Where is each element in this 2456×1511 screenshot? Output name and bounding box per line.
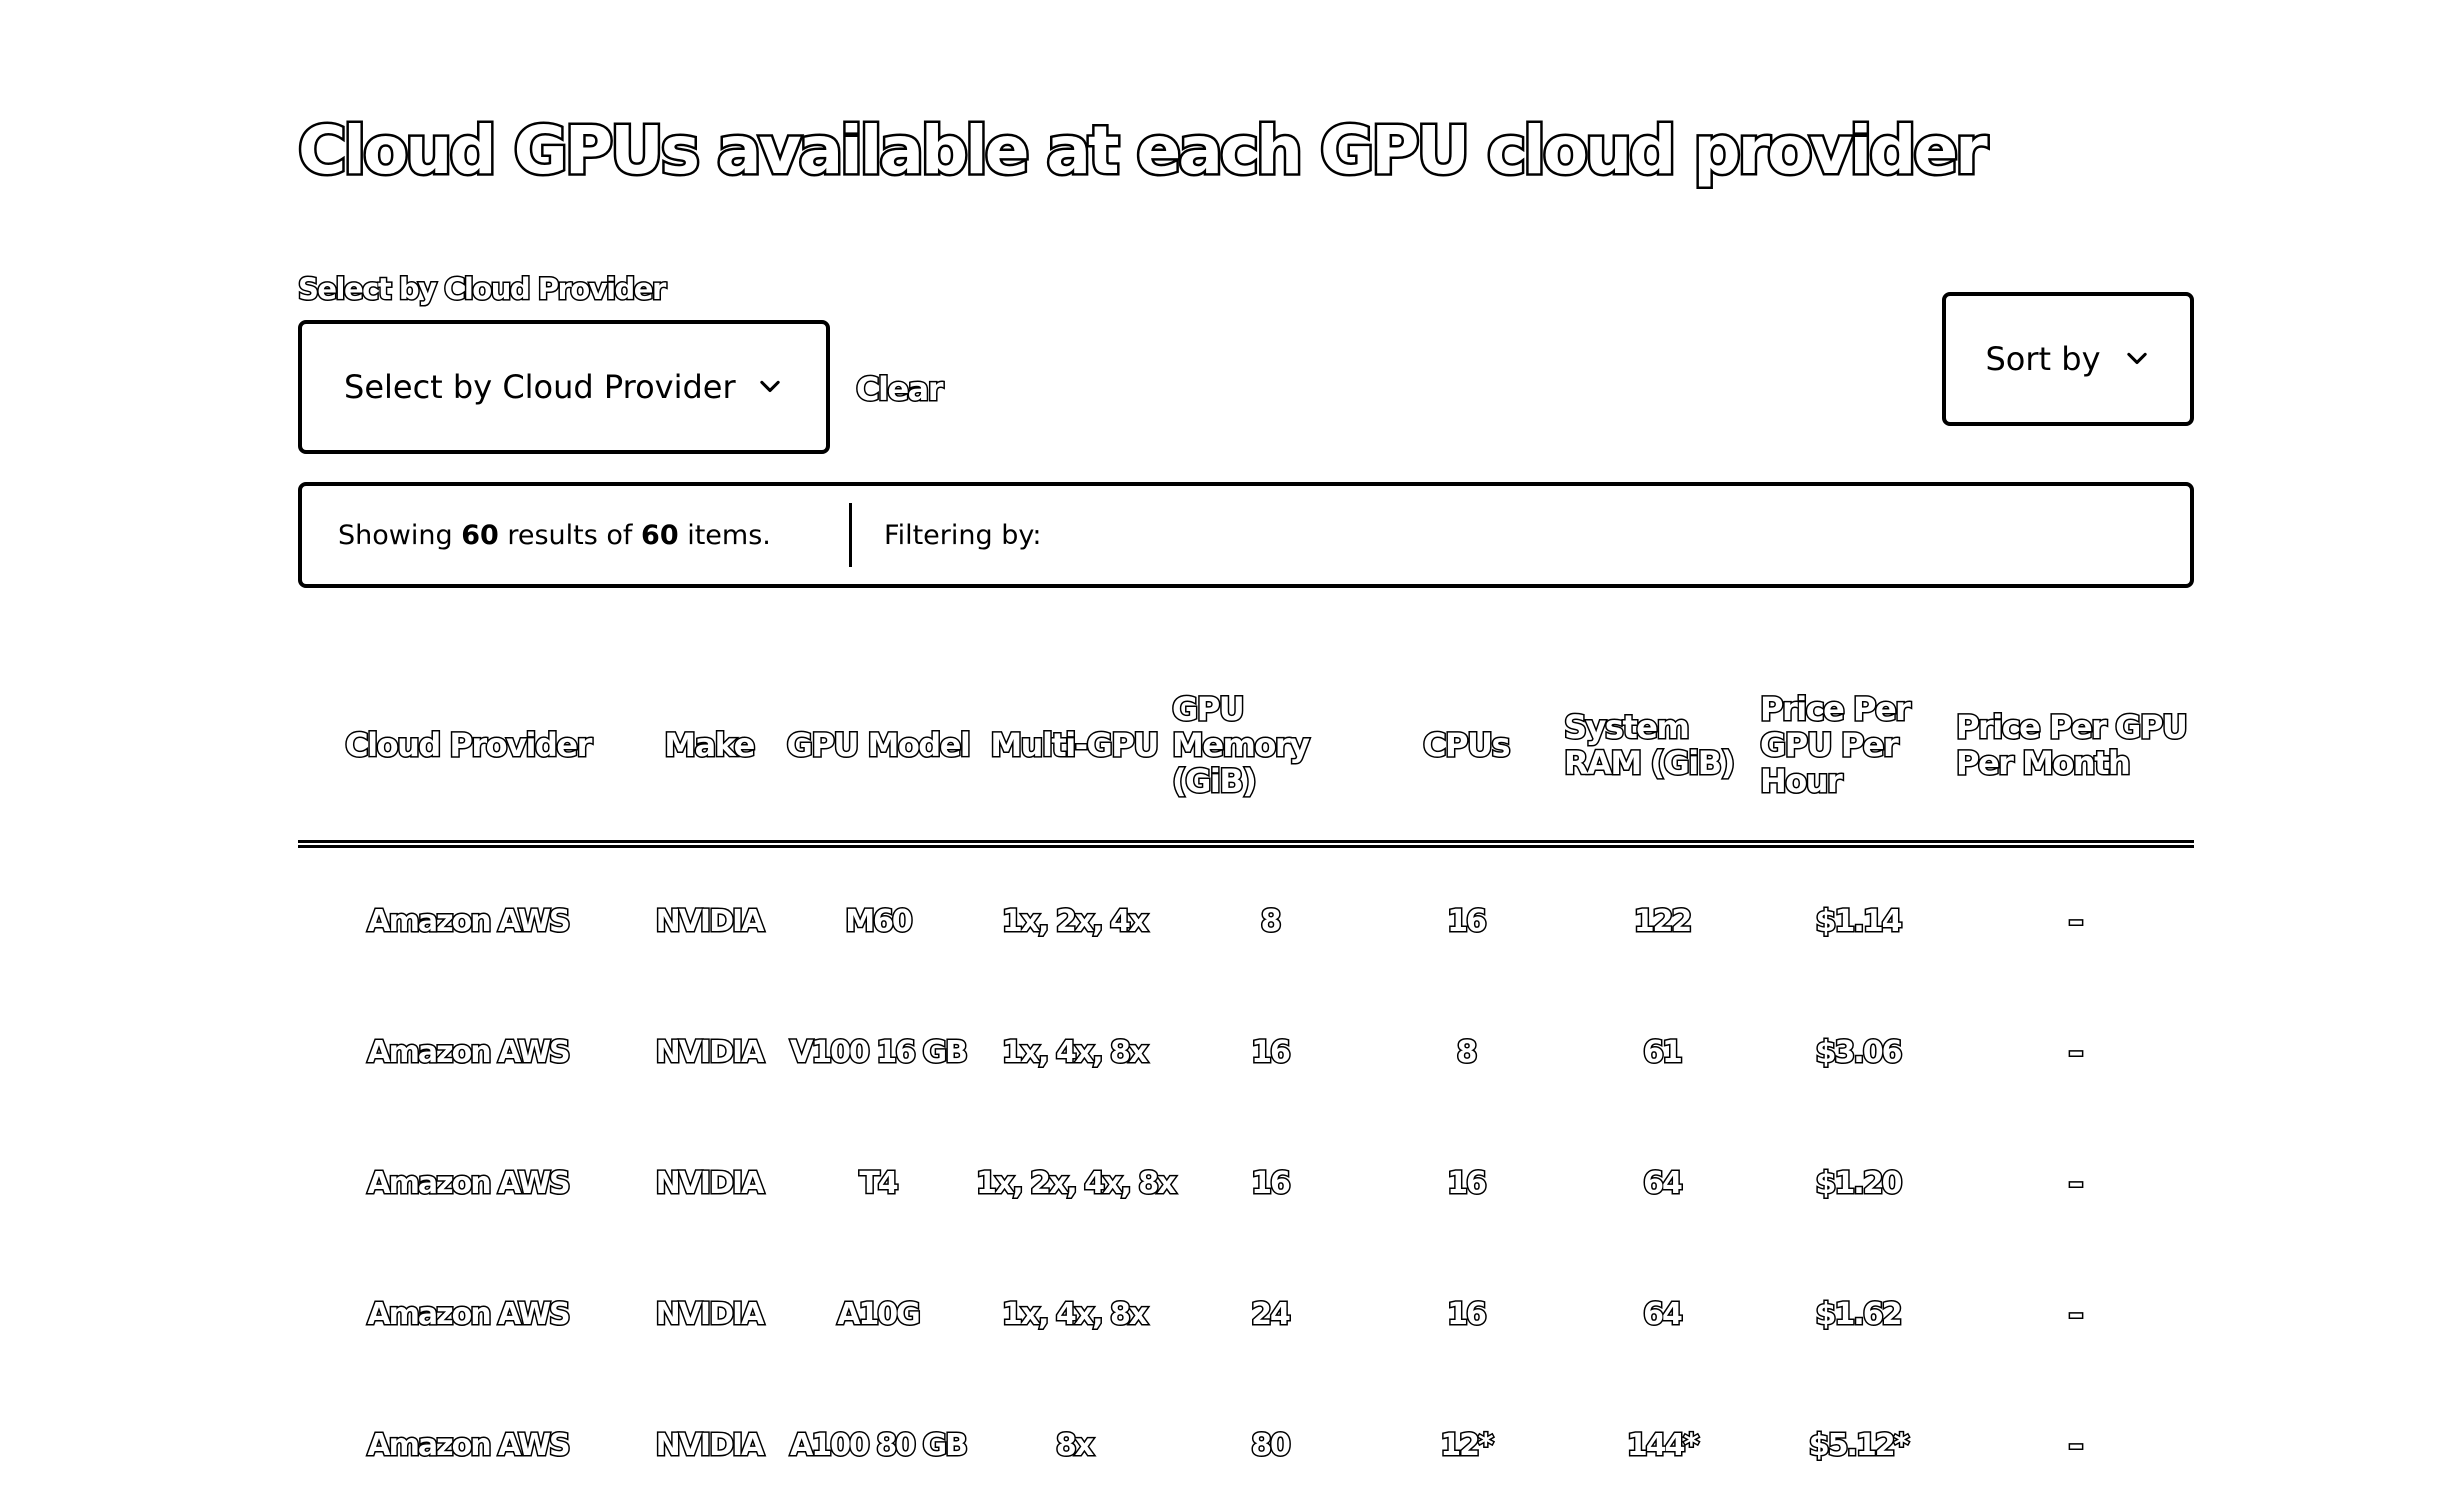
cell-price-per-month: – <box>2067 903 2085 941</box>
header-multi-gpu[interactable]: Multi-GPU <box>976 650 1172 848</box>
results-total: 60 <box>641 519 679 551</box>
cell-gpu-model: M60 <box>844 903 915 941</box>
cell-system-ram: 122 <box>1632 903 1694 941</box>
cell-price-per-month: – <box>2067 1427 2085 1465</box>
cell-multi-gpu: 1x, 4x, 8x <box>1000 1034 1149 1072</box>
header-cloud-provider[interactable]: Cloud Provider <box>298 650 638 848</box>
cell-price-per-month: – <box>2067 1296 2085 1334</box>
cell-gpu-memory: 16 <box>1250 1165 1293 1203</box>
table-row: Amazon AWS NVIDIA T4 1x, 2x, 4x, 8x 16 1… <box>298 1118 2194 1249</box>
chevron-down-icon <box>760 380 780 393</box>
results-count: Showing 60 results of 60 items. <box>302 503 852 567</box>
cell-make: NVIDIA <box>654 1034 766 1072</box>
cell-price-per-month: – <box>2067 1034 2085 1072</box>
cell-price-per-hour: $1.20 <box>1814 1165 1904 1203</box>
cell-cloud-provider: Amazon AWS <box>366 1165 572 1203</box>
header-price-per-hour[interactable]: Price Per GPU Per Hour <box>1759 650 1956 848</box>
cell-system-ram: 64 <box>1642 1165 1685 1203</box>
provider-filter-label: Select by Cloud Provider <box>297 271 668 308</box>
cell-cloud-provider: Amazon AWS <box>366 1034 572 1072</box>
cell-multi-gpu: 1x, 4x, 8x <box>1000 1296 1149 1334</box>
sort-label: Sort by <box>1985 340 2101 378</box>
table-row: Amazon AWS NVIDIA A10G 1x, 4x, 8x 24 16 … <box>298 1249 2194 1380</box>
table-row: Amazon AWS NVIDIA V100 16 GB 1x, 4x, 8x … <box>298 987 2194 1118</box>
gpu-table: Cloud Provider Make GPU Model Multi-GPU … <box>298 650 2194 1511</box>
sort-dropdown[interactable]: Sort by <box>1942 292 2194 426</box>
cell-cloud-provider: Amazon AWS <box>366 903 572 941</box>
cell-cpus: 16 <box>1446 1165 1489 1203</box>
cell-price-per-hour: $3.06 <box>1814 1034 1904 1072</box>
results-suffix: items. <box>687 519 771 551</box>
cell-cloud-provider: Amazon AWS <box>366 1427 572 1465</box>
cell-multi-gpu: 1x, 2x, 4x <box>1000 903 1149 941</box>
provider-select-value: Select by Cloud Provider <box>344 368 736 406</box>
header-cpus[interactable]: CPUs <box>1368 650 1564 848</box>
table-row: Amazon AWS NVIDIA M60 1x, 2x, 4x 8 16 12… <box>298 844 2194 987</box>
cell-make: NVIDIA <box>654 1427 766 1465</box>
cell-system-ram: 144* <box>1625 1427 1700 1465</box>
cell-price-per-month: – <box>2067 1165 2085 1203</box>
filtering-by-label: Filtering by: <box>884 519 1042 551</box>
header-system-ram[interactable]: System RAM (GiB) <box>1563 650 1760 848</box>
cell-gpu-model: T4 <box>858 1165 900 1203</box>
cell-cpus: 16 <box>1446 903 1489 941</box>
cell-multi-gpu: 8x <box>1054 1427 1095 1465</box>
clear-button[interactable]: Clear <box>854 369 945 410</box>
cell-gpu-model: V100 16 GB <box>789 1034 970 1072</box>
cell-cpus: 12* <box>1439 1427 1495 1465</box>
cell-price-per-hour: $1.14 <box>1814 903 1904 941</box>
cell-gpu-memory: 8 <box>1259 903 1283 941</box>
cell-system-ram: 64 <box>1642 1296 1685 1334</box>
table-header-row: Cloud Provider Make GPU Model Multi-GPU … <box>298 650 2194 848</box>
cell-gpu-model: A100 80 GB <box>789 1427 970 1465</box>
table-row: Amazon AWS NVIDIA A100 80 GB 8x 80 12* 1… <box>298 1380 2194 1511</box>
cell-system-ram: 61 <box>1642 1034 1685 1072</box>
results-summary-bar: Showing 60 results of 60 items. Filterin… <box>298 482 2194 588</box>
header-make[interactable]: Make <box>638 650 780 848</box>
chevron-down-icon <box>2126 352 2147 365</box>
results-shown: 60 <box>461 519 499 551</box>
cell-multi-gpu: 1x, 2x, 4x, 8x <box>975 1165 1178 1203</box>
cell-cloud-provider: Amazon AWS <box>366 1296 572 1334</box>
cell-gpu-model: A10G <box>836 1296 923 1334</box>
cell-gpu-memory: 16 <box>1250 1034 1293 1072</box>
header-gpu-model[interactable]: GPU Model <box>780 650 976 848</box>
header-price-per-month[interactable]: Price Per GPU Per Month <box>1955 650 2194 848</box>
results-middle: results of <box>507 519 633 551</box>
page-title: Cloud GPUs available at each GPU cloud p… <box>296 112 1991 189</box>
cell-make: NVIDIA <box>654 903 766 941</box>
cell-cpus: 8 <box>1455 1034 1479 1072</box>
header-gpu-memory[interactable]: GPU Memory (GiB) <box>1171 650 1368 848</box>
cell-gpu-memory: 24 <box>1250 1296 1293 1334</box>
cell-price-per-hour: $5.12* <box>1807 1427 1911 1465</box>
cell-make: NVIDIA <box>654 1165 766 1203</box>
cell-gpu-memory: 80 <box>1250 1427 1293 1465</box>
results-prefix: Showing <box>338 519 453 551</box>
provider-select[interactable]: Select by Cloud Provider <box>298 320 830 454</box>
cell-cpus: 16 <box>1446 1296 1489 1334</box>
cell-price-per-hour: $1.62 <box>1814 1296 1904 1334</box>
cell-make: NVIDIA <box>654 1296 766 1334</box>
